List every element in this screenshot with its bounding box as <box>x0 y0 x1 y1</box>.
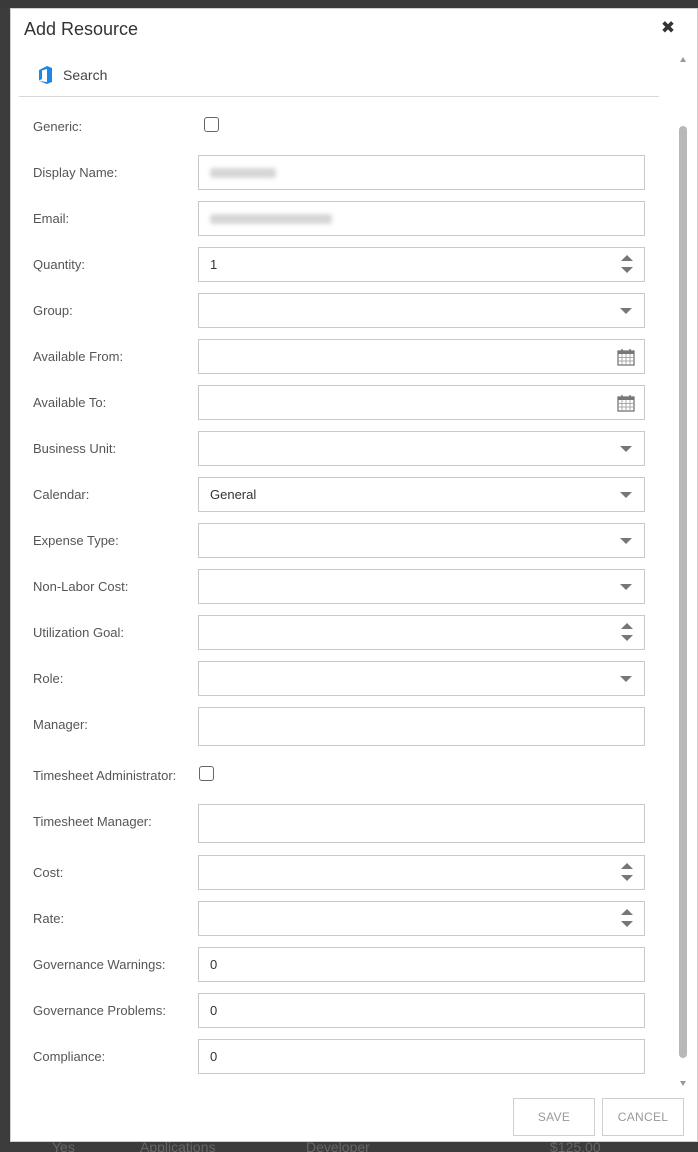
timesheet-manager-label: Timesheet Manager: <box>33 814 152 829</box>
page-backdrop <box>0 0 698 8</box>
non-labor-cost-label: Non-Labor Cost: <box>33 579 129 594</box>
office-logo-icon <box>39 66 52 84</box>
chevron-down-icon <box>620 584 632 590</box>
expense-type-select[interactable] <box>198 523 645 558</box>
utilization-goal-label: Utilization Goal: <box>33 625 125 640</box>
calendar-label: Calendar: <box>33 487 90 502</box>
cost-label: Cost: <box>33 865 64 880</box>
compliance-input[interactable]: 0 <box>198 1039 645 1074</box>
add-resource-dialog: Add Resource ✖ Search Generic: Display N… <box>10 8 698 1142</box>
business-unit-label: Business Unit: <box>33 441 117 456</box>
compliance-label: Compliance: <box>33 1049 106 1064</box>
manager-input[interactable] <box>198 707 645 746</box>
display-name-input[interactable] <box>198 155 645 190</box>
stepper-arrows-icon[interactable] <box>621 254 633 276</box>
governance-problems-input[interactable]: 0 <box>198 993 645 1028</box>
group-select[interactable] <box>198 293 645 328</box>
role-select[interactable] <box>198 661 645 696</box>
timesheet-administrator-label: Timesheet Administrator: <box>33 768 177 783</box>
chevron-down-icon <box>620 676 632 682</box>
available-from-label: Available From: <box>33 349 124 364</box>
governance-warnings-value: 0 <box>210 957 218 972</box>
calendar-icon[interactable] <box>617 394 635 412</box>
display-name-redacted-value <box>210 168 276 178</box>
cost-stepper[interactable] <box>198 855 645 890</box>
role-label: Role: <box>33 671 64 686</box>
governance-warnings-label: Governance Warnings: <box>33 957 166 972</box>
chevron-down-icon <box>620 538 632 544</box>
save-button[interactable]: SAVE <box>513 1098 595 1136</box>
display-name-label: Display Name: <box>33 165 118 180</box>
chevron-down-icon <box>620 308 632 314</box>
governance-warnings-input[interactable]: 0 <box>198 947 645 982</box>
compliance-value: 0 <box>210 1049 218 1064</box>
governance-problems-value: 0 <box>210 1003 218 1018</box>
chevron-down-icon <box>620 492 632 498</box>
timesheet-administrator-checkbox[interactable] <box>199 766 214 781</box>
stepper-arrows-icon[interactable] <box>621 622 633 644</box>
scroll-down-icon[interactable] <box>680 1081 686 1086</box>
governance-problems-label: Governance Problems: <box>33 1003 166 1018</box>
generic-checkbox[interactable] <box>204 117 219 132</box>
email-redacted-value <box>210 214 332 224</box>
generic-label: Generic: <box>33 119 83 134</box>
available-to-date-input[interactable] <box>198 385 645 420</box>
business-unit-select[interactable] <box>198 431 645 466</box>
calendar-value: General <box>210 487 257 502</box>
email-label: Email: <box>33 211 70 226</box>
cancel-button[interactable]: CANCEL <box>602 1098 684 1136</box>
chevron-down-icon <box>620 446 632 452</box>
available-to-label: Available To: <box>33 395 107 410</box>
expense-type-label: Expense Type: <box>33 533 119 548</box>
group-label: Group: <box>33 303 73 318</box>
rate-label: Rate: <box>33 911 65 926</box>
stepper-arrows-icon[interactable] <box>621 908 633 930</box>
search-label: Search <box>63 67 108 83</box>
form-scrollbar[interactable] <box>678 54 688 1086</box>
email-input[interactable] <box>198 201 645 236</box>
timesheet-manager-input[interactable] <box>198 804 645 843</box>
quantity-value: 1 <box>210 257 218 272</box>
rate-stepper[interactable] <box>198 901 645 936</box>
quantity-label: Quantity: <box>33 257 86 272</box>
calendar-icon[interactable] <box>617 348 635 366</box>
available-from-date-input[interactable] <box>198 339 645 374</box>
manager-label: Manager: <box>33 717 88 732</box>
calendar-select[interactable]: General <box>198 477 645 512</box>
scrollbar-thumb[interactable] <box>679 126 687 1058</box>
non-labor-cost-select[interactable] <box>198 569 645 604</box>
search-row[interactable]: Search <box>19 61 659 97</box>
scroll-up-icon[interactable] <box>680 57 686 62</box>
dialog-title: Add Resource <box>24 19 139 39</box>
quantity-stepper[interactable]: 1 <box>198 247 645 282</box>
stepper-arrows-icon[interactable] <box>621 862 633 884</box>
utilization-goal-stepper[interactable] <box>198 615 645 650</box>
close-icon[interactable]: ✖ <box>659 19 677 37</box>
